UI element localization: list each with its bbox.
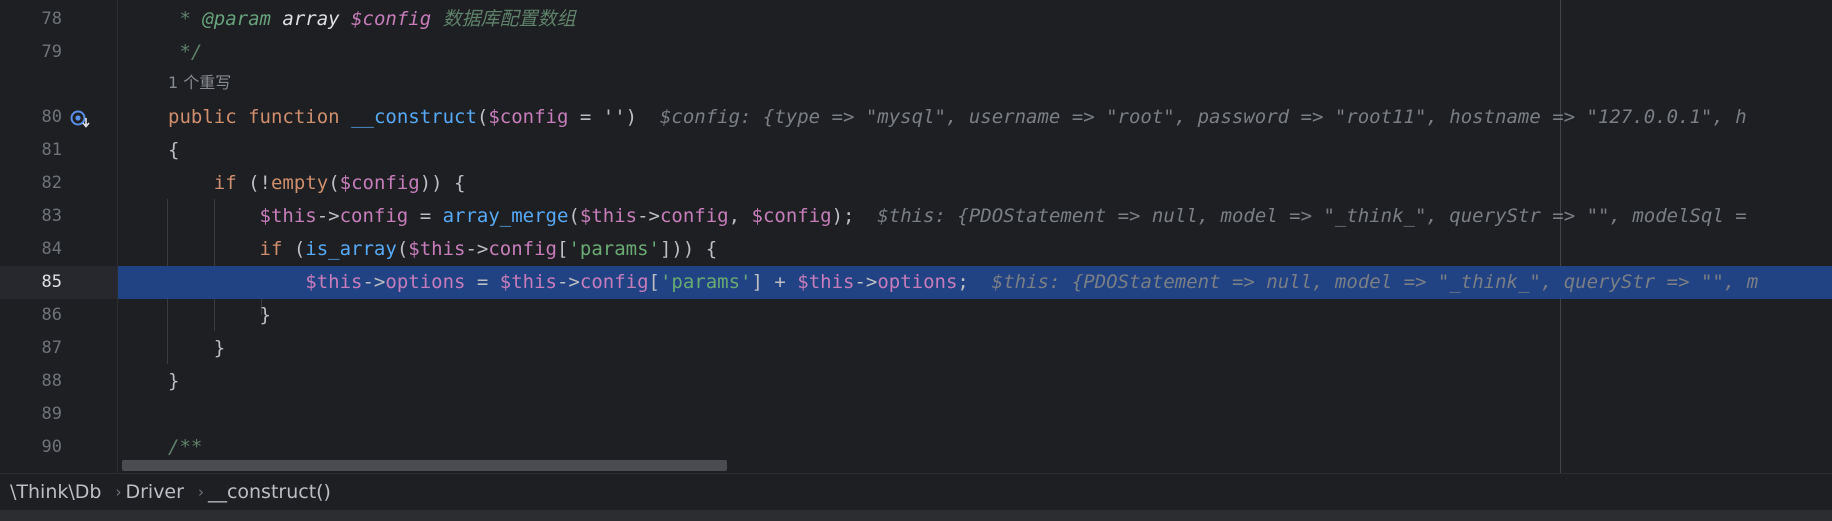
code-editor[interactable]: 78 * @param array $config 数据库配置数组 79 */ …: [0, 0, 1832, 473]
breadcrumb-method[interactable]: __construct(): [208, 481, 331, 503]
line-number: 79: [41, 42, 62, 62]
breadcrumb: \Think\Db › Driver › __construct(): [0, 473, 1832, 510]
code-text[interactable]: $this->options = $this->config['params']…: [168, 266, 1758, 299]
line-number: 87: [41, 338, 62, 358]
code-line[interactable]: 89: [0, 398, 1832, 431]
code-line[interactable]: 87 }: [0, 332, 1832, 365]
line-number: 78: [41, 9, 62, 29]
chevron-right-icon: ›: [197, 483, 204, 501]
code-text[interactable]: {: [168, 134, 179, 167]
code-line[interactable]: 82 if (!empty($config)) {: [0, 167, 1832, 200]
debug-value-hint: $this: {PDOStatement => null, model => "…: [991, 271, 1759, 293]
line-number: 80: [41, 107, 62, 127]
breadcrumb-class[interactable]: Driver: [125, 481, 183, 503]
code-line[interactable]: 79 */: [0, 36, 1832, 69]
override-method-icon[interactable]: [70, 109, 92, 129]
line-number: 88: [41, 371, 62, 391]
code-text[interactable]: if (!empty($config)) {: [168, 167, 466, 200]
code-line[interactable]: 84 if (is_array($this->config['params'])…: [0, 233, 1832, 266]
chevron-right-icon: ›: [115, 483, 122, 501]
code-text[interactable]: */: [168, 36, 202, 69]
code-line-current[interactable]: 85 $this->options = $this->config['param…: [0, 266, 1832, 299]
code-line[interactable]: 88 }: [0, 365, 1832, 398]
code-text[interactable]: }: [168, 365, 179, 398]
code-text[interactable]: $this->config = array_merge($this->confi…: [168, 200, 1747, 233]
horizontal-scrollbar-thumb[interactable]: [122, 460, 727, 471]
code-line[interactable]: 86 }: [0, 299, 1832, 332]
line-number: 81: [41, 140, 62, 160]
debug-value-hint: $config: {type => "mysql", username => "…: [659, 106, 1747, 128]
override-count-hint[interactable]: 1 个重写: [168, 69, 231, 97]
breadcrumb-namespace[interactable]: \Think\Db: [0, 481, 101, 503]
code-text[interactable]: if (is_array($this->config['params'])) {: [168, 233, 718, 266]
debug-value-hint: $this: {PDOStatement => null, model => "…: [877, 205, 1747, 227]
line-number: 83: [41, 206, 62, 226]
code-line[interactable]: 78 * @param array $config 数据库配置数组: [0, 3, 1832, 36]
code-text[interactable]: * @param array $config 数据库配置数组: [168, 3, 575, 36]
code-text[interactable]: }: [168, 332, 225, 365]
line-number: 86: [41, 305, 62, 325]
line-number: 84: [41, 239, 62, 259]
code-text[interactable]: }: [168, 299, 271, 332]
line-number: 90: [41, 437, 62, 457]
panel-divider: [0, 510, 1832, 521]
line-number: 82: [41, 173, 62, 193]
code-line[interactable]: 80 public function __construct($config =…: [0, 101, 1832, 134]
code-line[interactable]: 83 $this->config = array_merge($this->co…: [0, 200, 1832, 233]
code-text[interactable]: public function __construct($config = ''…: [168, 101, 1747, 134]
line-number: 89: [41, 404, 62, 424]
line-number: 85: [41, 272, 62, 292]
code-line[interactable]: 81 {: [0, 134, 1832, 167]
